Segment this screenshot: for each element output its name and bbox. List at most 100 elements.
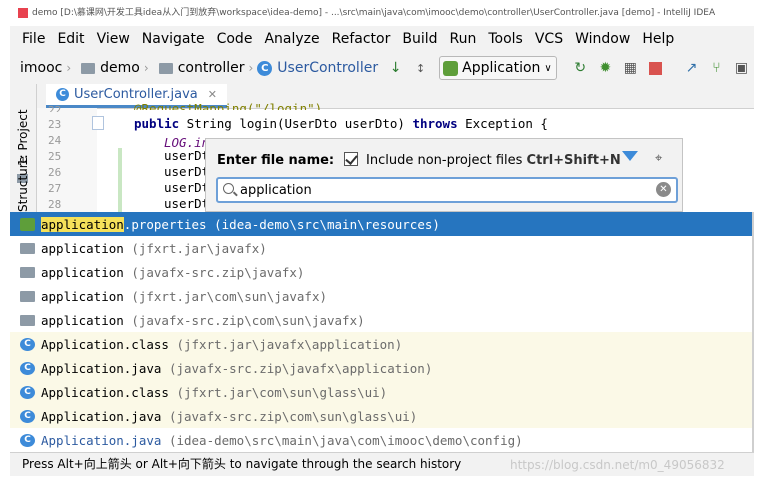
menu-bar: File Edit View Navigate Code Analyze Ref… — [10, 26, 754, 52]
breadcrumb-controller[interactable]: controller — [178, 60, 245, 76]
list-item[interactable]: C Application.java (javafx-src.zip\javaf… — [10, 356, 754, 380]
menu-refactor[interactable]: Refactor — [326, 31, 397, 47]
run-configuration-label: Application — [462, 60, 541, 76]
clear-icon[interactable]: ✕ — [656, 182, 671, 197]
menu-tools[interactable]: Tools — [482, 31, 529, 47]
list-item[interactable]: C Application.java (idea-demo\src\main\j… — [10, 428, 754, 452]
search-icon — [223, 183, 234, 194]
file-results-list: application .properties (idea-demo\src\ma… — [10, 212, 754, 452]
update-project-icon[interactable]: ↗ — [682, 58, 701, 78]
class-icon: C — [56, 88, 69, 101]
include-non-project-checkbox[interactable] — [344, 152, 358, 166]
code-line[interactable]: userDt — [164, 196, 209, 211]
list-item[interactable]: application (javafx-src.zip\javafx) — [10, 260, 754, 284]
chevron-right-icon: › — [248, 61, 254, 75]
line-number: 24 — [48, 134, 62, 147]
rerun-icon[interactable]: ↻ — [571, 58, 590, 78]
menu-build[interactable]: Build — [396, 31, 443, 47]
menu-vcs[interactable]: VCS — [529, 31, 569, 47]
window-title: demo [D:\慕课网\开发工具idea从入门到放弃\workspace\id… — [32, 8, 716, 18]
folder-icon — [20, 314, 35, 326]
include-non-project-label[interactable]: Include non-project files Ctrl+Shift+N — [366, 153, 621, 168]
menu-navigate[interactable]: Navigate — [136, 31, 211, 47]
file-name: Application.java — [41, 432, 162, 448]
sort-icon[interactable]: ↓ — [386, 58, 405, 78]
list-item[interactable]: application .properties (idea-demo\src\ma… — [10, 212, 754, 236]
list-item[interactable]: C Application.java (javafx-src.zip\com\s… — [10, 404, 754, 428]
editor-tab-bar: C UserController.java ✕ — [10, 84, 754, 109]
match-highlight: application — [41, 216, 124, 232]
file-name: application — [41, 240, 124, 256]
list-item[interactable]: application (jfxrt.jar\javafx) — [10, 236, 754, 260]
list-item[interactable]: C Application.class (jfxrt.jar\javafx\ap… — [10, 332, 754, 356]
menu-help[interactable]: Help — [636, 31, 680, 47]
fold-marker-icon[interactable] — [92, 116, 104, 130]
code-line[interactable]: public String login(UserDto userDto) thr… — [134, 116, 548, 131]
code-line[interactable]: userDt — [164, 148, 209, 163]
file-name: application — [41, 312, 124, 328]
folder-icon — [20, 266, 35, 278]
menu-file[interactable]: File — [10, 31, 51, 47]
breadcrumb-usercontroller[interactable]: UserController — [277, 60, 378, 76]
line-number: 27 — [48, 182, 62, 195]
vcs-commit-icon[interactable]: ⑂ — [707, 58, 726, 78]
code-line[interactable]: @RequestMapping("/login") — [134, 101, 322, 110]
structure-tool-button[interactable]: Structure — [16, 156, 30, 212]
line-number: 22 — [48, 104, 62, 112]
menu-view[interactable]: View — [91, 31, 136, 47]
menu-analyze[interactable]: Analyze — [258, 31, 325, 47]
file-path: (jfxrt.jar\com\sun\glass\ui) — [176, 384, 388, 400]
menu-run[interactable]: Run — [444, 31, 483, 47]
line-number: 25 — [48, 150, 62, 163]
list-item[interactable]: application (javafx-src.zip\com\sun\java… — [10, 308, 754, 332]
menu-code[interactable]: Code — [211, 31, 259, 47]
folder-icon — [158, 62, 173, 74]
breadcrumb-imooc[interactable]: imooc — [20, 60, 62, 76]
spring-class-icon: C — [20, 433, 35, 447]
code-line[interactable]: userDt — [164, 180, 209, 195]
project-structure-icon[interactable]: ▣ — [732, 58, 751, 78]
file-name-search: ✕ — [216, 177, 678, 203]
chevron-right-icon: › — [66, 61, 72, 75]
editor-gutter — [37, 108, 97, 212]
breadcrumb: imooc › demo › controller › C UserContro… — [10, 60, 378, 76]
list-item[interactable]: application (jfxrt.jar\com\sun\javafx) — [10, 284, 754, 308]
coverage-icon[interactable]: ▦ — [621, 58, 640, 78]
file-path: (idea-demo\src\main\resources) — [214, 216, 440, 232]
watermark: https://blog.csdn.net/m0_49056832 — [510, 458, 725, 472]
file-name: Application.class — [41, 336, 169, 352]
file-name-input[interactable] — [240, 181, 640, 199]
file-name-suffix: .properties — [123, 216, 207, 232]
file-path: (javafx-src.zip\com\sun\javafx) — [131, 312, 365, 328]
breadcrumb-demo[interactable]: demo — [100, 60, 140, 76]
file-path: (jfxrt.jar\javafx\application) — [176, 336, 403, 352]
class-icon: C — [20, 385, 35, 399]
stop-icon[interactable] — [646, 58, 665, 78]
list-item[interactable]: C Application.class (jfxrt.jar\com\sun\g… — [10, 380, 754, 404]
file-name: Application.java — [41, 360, 162, 376]
close-icon[interactable]: ✕ — [208, 88, 217, 101]
properties-icon — [20, 217, 35, 231]
file-path: (javafx-src.zip\javafx) — [131, 264, 305, 280]
file-path: (javafx-src.zip\com\sun\glass\ui) — [168, 408, 418, 424]
pin-icon[interactable]: ⌖ — [655, 151, 662, 166]
file-path: (jfxrt.jar\com\sun\javafx) — [131, 288, 327, 304]
menu-window[interactable]: Window — [569, 31, 636, 47]
chevron-right-icon: › — [143, 61, 149, 75]
debug-bug-icon[interactable]: ✹ — [596, 58, 615, 78]
line-number: 23 — [48, 118, 62, 131]
build-counter-icon[interactable]: ↕ — [411, 58, 430, 78]
code-line[interactable]: userDt — [164, 164, 209, 179]
file-path: (idea-demo\src\main\java\com\imooc\demo\… — [168, 432, 523, 448]
file-name: application — [41, 288, 124, 304]
window-title-bar: demo [D:\慕课网\开发工具idea从入门到放弃\workspace\id… — [10, 0, 754, 26]
navigation-bar: imooc › demo › controller › C UserContro… — [10, 52, 754, 85]
line-number: 28 — [48, 198, 62, 211]
screen-edge — [754, 0, 766, 486]
menu-edit[interactable]: Edit — [51, 31, 90, 47]
intellij-icon — [18, 7, 28, 18]
filter-icon[interactable] — [622, 151, 638, 161]
tab-label: UserController.java — [74, 87, 198, 102]
file-name: Application.class — [41, 384, 169, 400]
run-configuration-select[interactable]: Application ∨ — [439, 56, 557, 80]
